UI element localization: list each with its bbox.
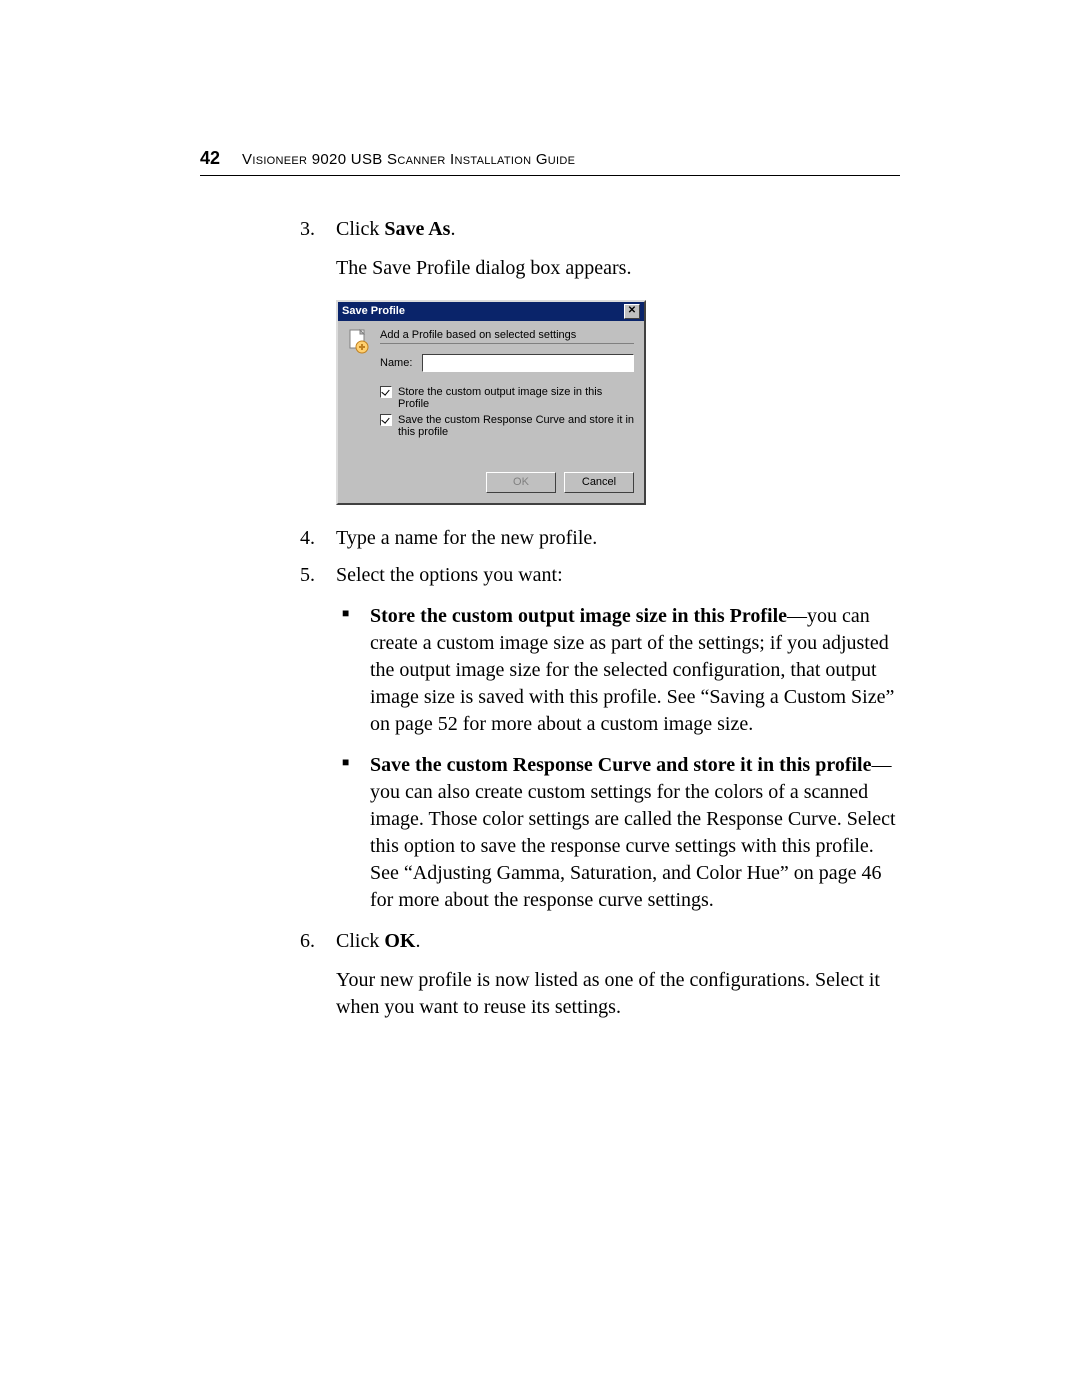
step-subtext: The Save Profile dialog box appears. (336, 255, 900, 282)
checkbox-store-size[interactable] (380, 386, 392, 398)
name-input[interactable] (422, 354, 634, 372)
dialog-heading: Add a Profile based on selected settings (380, 329, 634, 344)
step-number: 4. (300, 525, 315, 552)
step-text: Click OK. (336, 930, 420, 952)
document-page: 42 Visioneer 9020 USB Scanner Installati… (0, 0, 1080, 1397)
checkbox-save-curve[interactable] (380, 414, 392, 426)
dialog-body: Add a Profile based on selected settings… (338, 321, 644, 503)
cancel-button[interactable]: Cancel (564, 472, 634, 493)
step-4: 4. Type a name for the new profile. (300, 525, 900, 552)
bullet-save-curve: Save the custom Response Curve and store… (336, 752, 900, 914)
profile-icon (348, 329, 370, 355)
checkbox-store-size-label: Store the custom output image size in th… (398, 386, 634, 410)
checkbox-save-curve-label: Save the custom Response Curve and store… (398, 414, 634, 438)
close-icon[interactable]: ✕ (624, 304, 640, 319)
dialog-titlebar: Save Profile ✕ (338, 302, 644, 321)
step-number: 3. (300, 216, 315, 243)
name-label: Name: (380, 357, 412, 369)
step-subtext: Your new profile is now listed as one of… (336, 967, 900, 1021)
step-3: 3. Click Save As. The Save Profile dialo… (300, 216, 900, 505)
bullet-store-size: Store the custom output image size in th… (336, 603, 900, 738)
step-text: Type a name for the new profile. (336, 527, 597, 549)
step-number: 6. (300, 928, 315, 955)
dialog-title: Save Profile (342, 305, 405, 317)
step-number: 5. (300, 562, 315, 589)
page-header: 42 Visioneer 9020 USB Scanner Installati… (200, 148, 900, 176)
save-profile-dialog: Save Profile ✕ (336, 300, 646, 505)
page-content: 3. Click Save As. The Save Profile dialo… (300, 216, 900, 1021)
header-title: Visioneer 9020 USB Scanner Installation … (242, 151, 575, 168)
step-text: Click Save As. (336, 218, 455, 240)
step-5: 5. Select the options you want: Store th… (300, 562, 900, 914)
page-number: 42 (200, 148, 220, 169)
step-6: 6. Click OK. Your new profile is now lis… (300, 928, 900, 1021)
ok-button[interactable]: OK (486, 472, 556, 493)
step-text: Select the options you want: (336, 564, 563, 586)
